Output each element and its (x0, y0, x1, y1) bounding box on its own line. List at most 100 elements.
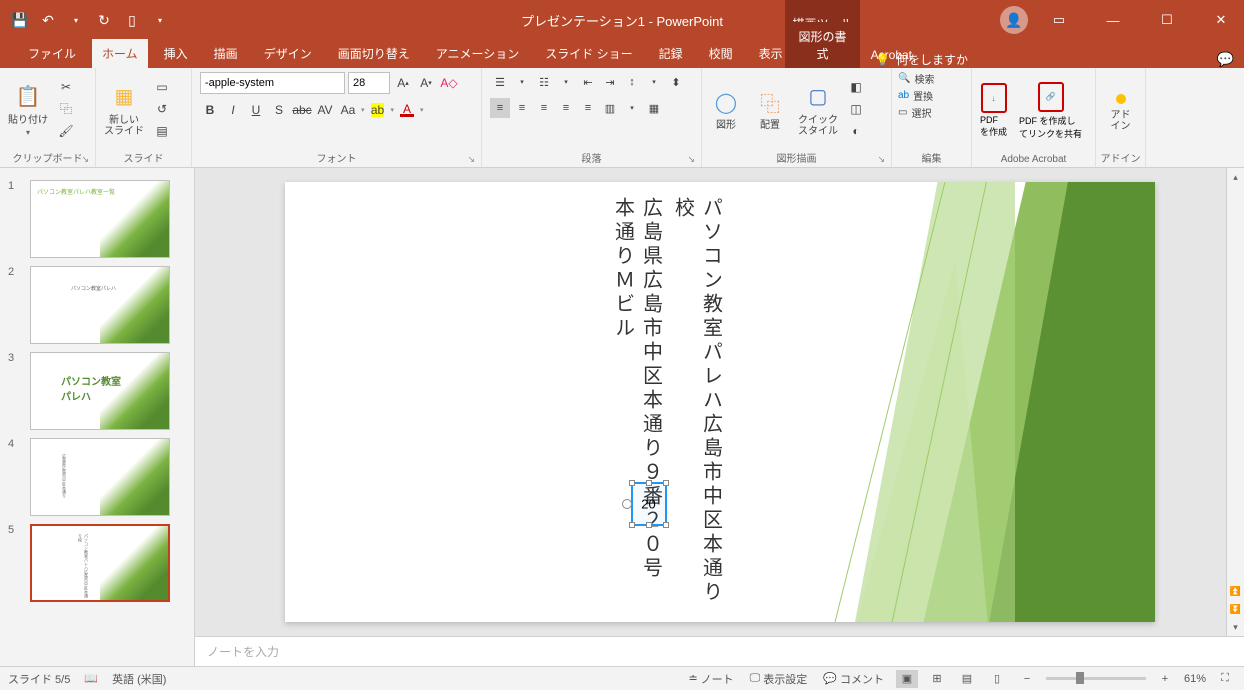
minimize-button[interactable]: — (1090, 6, 1136, 34)
vertical-scrollbar[interactable]: ▴ ⏫ ⏬ ▾ (1226, 168, 1244, 636)
resize-handle-bl[interactable] (629, 522, 635, 528)
drawing-launcher-icon[interactable]: ↘ (877, 154, 885, 165)
highlight-dropdown-icon[interactable]: ▾ (391, 106, 395, 114)
tab-record[interactable]: 記録 (649, 39, 693, 68)
normal-view-icon[interactable]: ▣ (896, 670, 918, 688)
ribbon-display-icon[interactable]: ▭ (1036, 6, 1082, 34)
tab-shape-format[interactable]: 図形の書式 (785, 22, 860, 68)
redo-icon[interactable]: ↻ (92, 8, 116, 32)
bullets-dropdown-icon[interactable]: ▾ (512, 72, 532, 92)
tab-design[interactable]: デザイン (254, 39, 322, 68)
increase-font-icon[interactable]: A▴ (393, 73, 413, 93)
user-account-icon[interactable]: 👤 (1000, 6, 1028, 34)
display-settings[interactable]: 🖵表示設定 (746, 669, 812, 689)
align-center-icon[interactable]: ≡ (512, 98, 532, 118)
tell-me-search[interactable]: 💡 何をしますか (875, 51, 968, 68)
tab-slideshow[interactable]: スライド ショー (535, 39, 642, 68)
paste-dropdown-icon[interactable]: ▾ (26, 128, 30, 137)
fit-to-window-icon[interactable]: ⛶ (1214, 670, 1236, 688)
tab-review[interactable]: 校閲 (699, 39, 743, 68)
zoom-in-icon[interactable]: + (1154, 670, 1176, 688)
bullets-icon[interactable]: ☰ (490, 72, 510, 92)
thumbnail-2[interactable]: 2パソコン教室パレハ (0, 262, 194, 348)
resize-handle-br[interactable] (663, 522, 669, 528)
rotate-handle[interactable] (622, 499, 632, 509)
undo-icon[interactable]: ↶ (36, 8, 60, 32)
smartart-icon[interactable]: ▦ (644, 98, 664, 118)
slideshow-view-icon[interactable]: ▯ (986, 670, 1008, 688)
font-color-icon[interactable]: A (397, 100, 417, 120)
notes-pane[interactable]: ノートを入力 (195, 636, 1244, 666)
next-slide-icon[interactable]: ⏬ (1227, 600, 1244, 618)
comments-toggle-icon[interactable]: 💬 (1217, 51, 1234, 68)
numbering-dropdown-icon[interactable]: ▾ (556, 72, 576, 92)
tab-transitions[interactable]: 画面切り替え (328, 39, 420, 68)
spacing-dropdown-icon[interactable]: ▾ (644, 72, 664, 92)
spellcheck-icon[interactable]: 📖 (84, 672, 98, 685)
find-button[interactable]: 🔍検索 (896, 70, 967, 87)
format-painter-icon[interactable]: 🖌 (56, 121, 76, 141)
slide-sorter-view-icon[interactable]: ⊞ (926, 670, 948, 688)
slide-text-line1[interactable]: パソコン教室パレハ広島市中区本通り校 (669, 197, 725, 622)
italic-button[interactable]: I (223, 100, 243, 120)
increase-indent-icon[interactable]: ⇥ (600, 72, 620, 92)
selected-text[interactable]: 20 (641, 497, 655, 512)
columns-icon[interactable]: ▥ (600, 98, 620, 118)
case-dropdown-icon[interactable]: ▾ (361, 106, 365, 114)
start-from-beginning-icon[interactable]: ▯ (120, 8, 144, 32)
notes-toggle[interactable]: ≐ノート (684, 669, 737, 689)
cut-icon[interactable]: ✂ (56, 77, 76, 97)
tab-insert[interactable]: 挿入 (154, 39, 198, 68)
align-left-icon[interactable]: ≡ (490, 98, 510, 118)
arrange-button[interactable]: ⿻ 配置 (750, 84, 790, 133)
resize-handle-bm[interactable] (646, 522, 652, 528)
undo-dropdown-icon[interactable]: ▾ (64, 8, 88, 32)
distribute-icon[interactable]: ≡ (578, 98, 598, 118)
shape-effects-icon[interactable]: ◐ (846, 121, 866, 141)
resize-handle-tr[interactable] (663, 480, 669, 486)
select-button[interactable]: ▭選択 (896, 104, 967, 121)
paragraph-launcher-icon[interactable]: ↘ (687, 154, 695, 165)
clipboard-launcher-icon[interactable]: ↘ (81, 154, 89, 165)
tab-file[interactable]: ファイル (18, 39, 86, 68)
thumbnail-5[interactable]: 5パソコン教室パレハ広島市中区本通り校 (0, 520, 194, 606)
comments-button[interactable]: 💬コメント (819, 669, 888, 689)
shape-outline-icon[interactable]: ◫ (846, 99, 866, 119)
text-direction-icon[interactable]: ⬍ (666, 72, 686, 92)
font-size-input[interactable] (348, 72, 390, 94)
zoom-slider[interactable] (1046, 677, 1146, 680)
bold-button[interactable]: B (200, 100, 220, 120)
close-button[interactable]: ✕ (1198, 6, 1244, 34)
addins-button[interactable]: アド イン (1107, 84, 1135, 134)
quick-styles-button[interactable]: ▢ クイック スタイル (794, 79, 842, 139)
selected-text-box[interactable]: 20 (631, 482, 667, 526)
new-slide-button[interactable]: ▦ 新しい スライド (100, 79, 148, 139)
strike-button[interactable]: abc (292, 100, 312, 120)
tab-home[interactable]: ホーム (92, 39, 148, 68)
line-spacing-icon[interactable]: ↕ (622, 72, 642, 92)
change-case-icon[interactable]: Aa (338, 100, 358, 120)
slide-counter[interactable]: スライド 5/5 (8, 671, 70, 687)
resize-handle-tm[interactable] (646, 480, 652, 486)
save-icon[interactable]: 💾 (8, 8, 32, 32)
char-spacing-icon[interactable]: AV (315, 100, 335, 120)
share-pdf-button[interactable]: 🔗 PDF を作成し てリンクを共有 (1015, 80, 1086, 142)
font-launcher-icon[interactable]: ↘ (467, 154, 475, 165)
copy-icon[interactable]: ⿻ (56, 99, 76, 119)
reading-view-icon[interactable]: ▤ (956, 670, 978, 688)
decrease-indent-icon[interactable]: ⇤ (578, 72, 598, 92)
thumbnail-pane[interactable]: 1パソコン教室パレハ教室一覧 2パソコン教室パレハ 3パソコン教室パレハ 4広島… (0, 168, 195, 666)
layout-icon[interactable]: ▭ (152, 77, 172, 97)
maximize-button[interactable]: ☐ (1144, 6, 1190, 34)
section-icon[interactable]: ▤ (152, 121, 172, 141)
highlight-icon[interactable]: ab (368, 100, 388, 120)
justify-icon[interactable]: ≡ (556, 98, 576, 118)
shapes-button[interactable]: ◯ 図形 (706, 84, 746, 133)
thumbnail-1[interactable]: 1パソコン教室パレハ教室一覧 (0, 176, 194, 262)
prev-slide-icon[interactable]: ⏫ (1227, 582, 1244, 600)
zoom-level[interactable]: 61% (1184, 673, 1206, 685)
resize-handle-tl[interactable] (629, 480, 635, 486)
replace-button[interactable]: ab置換 (896, 87, 967, 104)
font-color-dropdown-icon[interactable]: ▾ (420, 106, 424, 114)
tab-animations[interactable]: アニメーション (426, 39, 530, 68)
